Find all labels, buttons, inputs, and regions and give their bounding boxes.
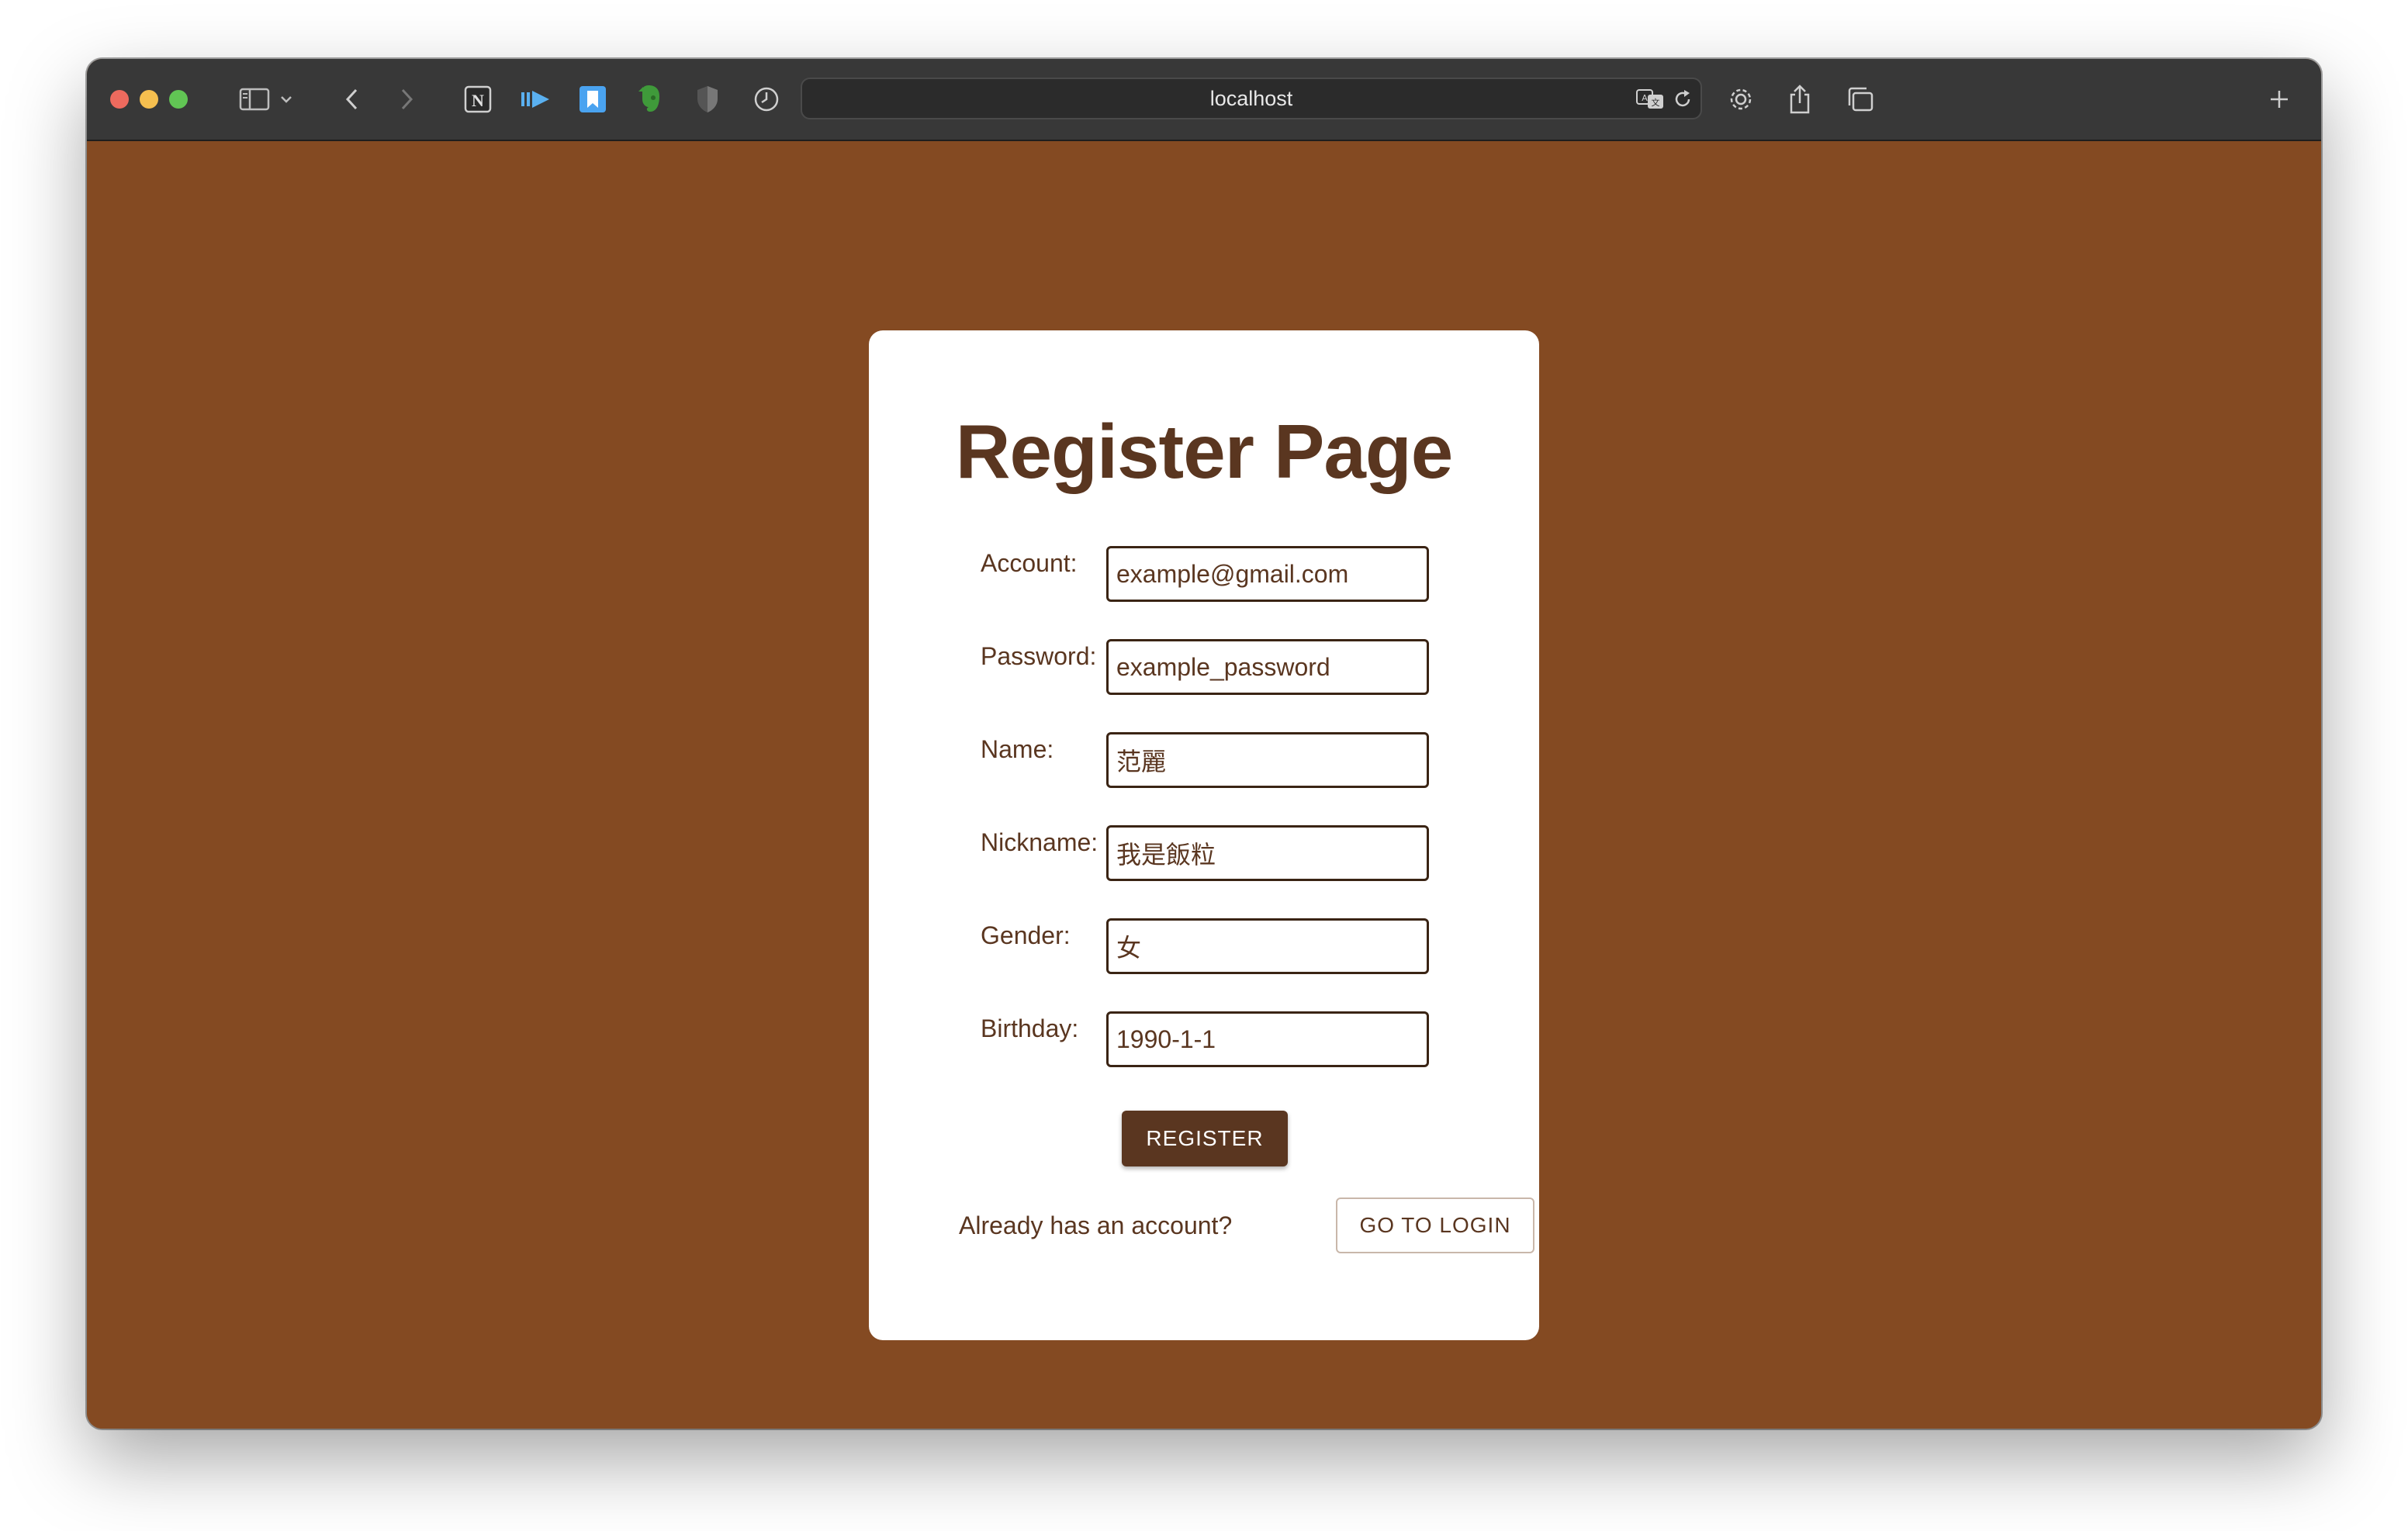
minimize-window-button[interactable]	[140, 90, 158, 109]
nickname-label: Nickname:	[981, 828, 1098, 856]
reload-icon[interactable]	[1673, 89, 1693, 113]
notion-extension-icon[interactable]: N	[458, 79, 498, 119]
sidebar-icon[interactable]	[234, 79, 275, 119]
page-title: Register Page	[955, 409, 1454, 494]
tabs-icon[interactable]	[1840, 79, 1880, 119]
svg-text:N: N	[472, 91, 484, 110]
gender-input[interactable]	[1106, 918, 1429, 974]
page-content: Register Page Account: Password: Name: N…	[87, 141, 2321, 1429]
maximize-window-button[interactable]	[169, 90, 188, 109]
gender-label: Gender:	[981, 921, 1071, 949]
bookmark-extension-icon[interactable]	[573, 79, 613, 119]
browser-window: N localhost A文 Register Page Account: ex…	[87, 59, 2321, 1429]
media-extension-icon[interactable]	[515, 79, 555, 119]
evernote-extension-icon[interactable]	[630, 79, 670, 119]
account-label: Account:	[981, 549, 1078, 577]
clock-extension-icon[interactable]	[746, 79, 787, 119]
nickname-input[interactable]	[1106, 825, 1429, 881]
password-input[interactable]	[1106, 639, 1429, 695]
address-bar[interactable]: localhost A文	[801, 78, 1702, 119]
register-button[interactable]: REGISTER	[1122, 1111, 1288, 1166]
birthday-input[interactable]	[1106, 1011, 1429, 1067]
register-card: Register Page Account: Password: Name: N…	[869, 330, 1539, 1340]
svg-text:文: 文	[1652, 97, 1660, 108]
shield-extension-icon[interactable]	[687, 79, 728, 119]
chevron-down-icon[interactable]	[275, 79, 298, 119]
back-arrow-icon[interactable]	[332, 79, 372, 119]
browser-toolbar: N localhost A文	[87, 59, 2321, 141]
name-label: Name:	[981, 735, 1054, 763]
new-tab-icon[interactable]	[2259, 79, 2299, 119]
translate-icon[interactable]: A文	[1635, 87, 1666, 114]
url-text: localhost	[1209, 86, 1293, 110]
birthday-label: Birthday:	[981, 1014, 1079, 1042]
go-to-login-button[interactable]: GO TO LOGIN	[1336, 1197, 1534, 1253]
password-label: Password:	[981, 642, 1097, 670]
svg-text:A: A	[1642, 93, 1648, 103]
close-window-button[interactable]	[110, 90, 129, 109]
forward-arrow-icon[interactable]	[386, 79, 427, 119]
already-account-text: Already has an account?	[959, 1211, 1233, 1239]
account-input[interactable]	[1106, 546, 1429, 602]
share-icon[interactable]	[1780, 79, 1820, 119]
settings-icon[interactable]	[1721, 79, 1761, 119]
name-input[interactable]	[1106, 732, 1429, 788]
